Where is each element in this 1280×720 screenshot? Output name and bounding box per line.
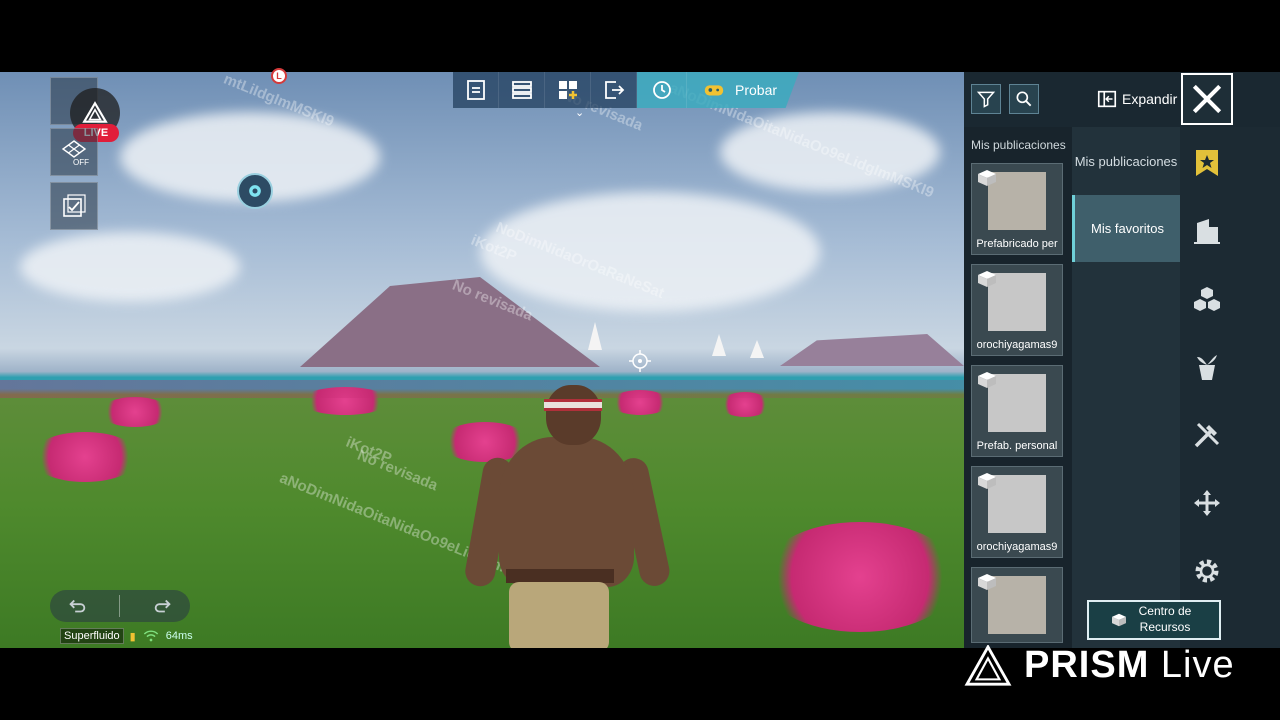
character-pants: [509, 582, 609, 648]
cube-icon: [978, 574, 996, 590]
cycle-button[interactable]: [637, 72, 687, 108]
cube-icon: [978, 473, 996, 489]
close-icon: [1192, 84, 1222, 114]
search-icon: [1016, 91, 1032, 107]
flower-patch: [100, 397, 170, 427]
cloud: [20, 232, 240, 302]
card-label: orochiyagamas9: [976, 541, 1058, 553]
ping-label: 64ms: [165, 630, 193, 642]
prefab-card[interactable]: [971, 567, 1063, 643]
prefab-card[interactable]: orochiyagamas9: [971, 264, 1063, 356]
grid-add-icon: [558, 81, 577, 99]
watermark-text: No revisada: [354, 446, 441, 495]
character-head: [546, 385, 601, 445]
cubes-icon[interactable]: [1191, 283, 1223, 315]
status-row: Superfluido ▮ 64ms: [60, 628, 193, 644]
filter-icon: [976, 91, 996, 108]
cards-list: Mis publicaciones Prefabricado per oroch…: [964, 127, 1072, 648]
battery-icon: ▮: [129, 630, 136, 643]
wifi-icon: [143, 630, 158, 642]
search-button[interactable]: [1009, 84, 1039, 114]
expand-icon: [1097, 90, 1117, 108]
card-label: Prefabricado per: [976, 238, 1058, 250]
building-icon[interactable]: [1191, 215, 1223, 247]
tabs-column: Mis publicaciones Mis favoritos: [1072, 127, 1180, 648]
tab-mis-favoritos[interactable]: Mis favoritos: [1072, 195, 1180, 262]
character-headband: [544, 399, 602, 411]
redo-icon[interactable]: [152, 595, 174, 617]
resource-panel: Expandir Mis publicaciones Prefabricado …: [964, 72, 1280, 648]
prism-live-wordmark: PRISM Live: [1024, 644, 1235, 687]
player-character: [462, 377, 684, 648]
select-toggle-button[interactable]: [50, 182, 98, 230]
undo-icon[interactable]: [66, 595, 88, 617]
panel-header: Expandir: [964, 72, 1280, 127]
prism-triangle-icon: [964, 644, 1012, 686]
expand-button[interactable]: Expandir: [1096, 88, 1177, 110]
tab-mis-publicaciones[interactable]: Mis publicaciones: [1072, 127, 1180, 195]
close-button[interactable]: [1181, 73, 1233, 125]
cube-icon: [978, 271, 996, 287]
beacon-marker[interactable]: [237, 173, 273, 209]
cube-icon: [978, 372, 996, 388]
triangle-logo-icon: [82, 101, 108, 123]
editor-toolbar: Probar: [453, 72, 800, 108]
divider: [119, 595, 121, 617]
prefab-card[interactable]: Prefab. personal: [971, 365, 1063, 457]
settings-gear-icon[interactable]: [1191, 555, 1223, 587]
grid-toggle-button[interactable]: OFF: [50, 128, 98, 176]
layers-button[interactable]: [499, 72, 545, 108]
cube-icon: [1112, 613, 1126, 627]
grid-add-button[interactable]: [545, 72, 591, 108]
grid-off-icon: OFF: [61, 140, 89, 167]
sailboat: [750, 340, 764, 358]
location-marker: L: [271, 68, 287, 84]
character-belt: [506, 569, 614, 583]
section-label: Mis publicaciones: [971, 138, 1066, 152]
mountain: [780, 334, 964, 366]
character-torso: [499, 437, 634, 587]
probar-button[interactable]: Probar: [687, 72, 800, 108]
card-label: orochiyagamas9: [976, 339, 1058, 351]
resource-center-label: Centro de Recursos: [1138, 604, 1192, 634]
crosshair-icon: [629, 350, 651, 372]
chevron-down-icon[interactable]: ⌄: [575, 106, 584, 119]
move-icon[interactable]: [1191, 487, 1223, 519]
filter-button[interactable]: [971, 84, 1001, 114]
resource-center-button[interactable]: Centro de Recursos: [1087, 600, 1221, 640]
game-viewport[interactable]: mtLiIdgImMSKI9 No revisada aNoDimNidaOit…: [0, 72, 964, 648]
prism-live-logo: PRISM Live: [964, 644, 1235, 687]
plant-pot-icon[interactable]: [1191, 351, 1223, 383]
exit-button[interactable]: [591, 72, 637, 108]
prefab-card[interactable]: Prefabricado per: [971, 163, 1063, 255]
star-bookmark-icon[interactable]: [1191, 147, 1223, 179]
prism-word: PRISM: [1024, 644, 1150, 686]
undo-redo-bar: [50, 590, 190, 622]
card-label: Prefab. personal: [976, 440, 1058, 452]
cycle-icon: [652, 81, 671, 99]
letterbox-top: [0, 0, 1280, 72]
expand-label: Expandir: [1122, 91, 1178, 107]
cube-icon: [978, 170, 996, 186]
quality-label: Superfluido: [60, 628, 124, 644]
beacon-icon: [249, 185, 261, 197]
save-button[interactable]: [453, 72, 499, 108]
sailboat: [712, 334, 726, 356]
live-word: Live: [1160, 644, 1235, 686]
tools-icon[interactable]: [1191, 419, 1223, 451]
gamepad-icon: [704, 85, 724, 96]
save-icon: [466, 80, 485, 100]
grid-off-label: OFF: [73, 158, 89, 167]
checkbox-select-icon: [63, 194, 86, 217]
probar-label: Probar: [735, 82, 778, 98]
category-icons-column: [1180, 127, 1234, 648]
layers-icon: [511, 81, 532, 99]
flower-patch: [30, 432, 140, 482]
sailboat: [588, 322, 602, 350]
flower-patch: [760, 522, 960, 632]
prefab-card[interactable]: orochiyagamas9: [971, 466, 1063, 558]
exit-icon: [604, 81, 624, 99]
